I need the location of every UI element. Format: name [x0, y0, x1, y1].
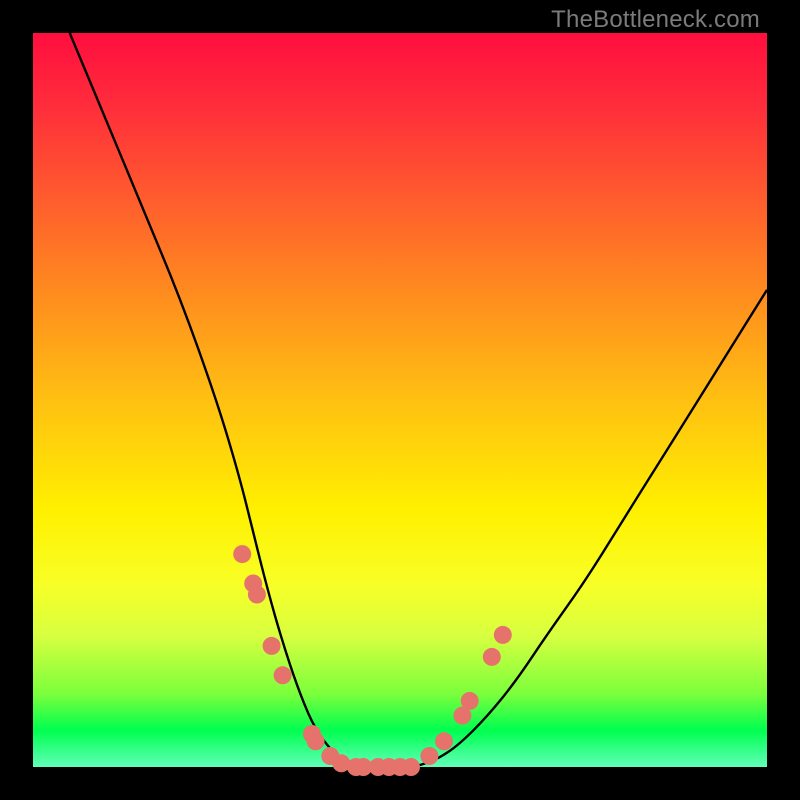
- highlight-dot: [461, 692, 479, 710]
- highlight-dot: [263, 637, 281, 655]
- source-watermark: TheBottleneck.com: [551, 6, 760, 34]
- chart-plot-area: [33, 33, 767, 767]
- highlight-dot: [494, 626, 512, 644]
- highlight-dots: [33, 33, 767, 767]
- highlight-dot: [248, 586, 266, 604]
- highlight-dot: [233, 545, 251, 563]
- highlight-dot: [435, 732, 453, 750]
- highlight-dot: [274, 666, 292, 684]
- highlight-dot: [307, 732, 325, 750]
- highlight-dot: [483, 648, 501, 666]
- highlight-dot: [420, 747, 438, 765]
- highlight-dot: [402, 758, 420, 776]
